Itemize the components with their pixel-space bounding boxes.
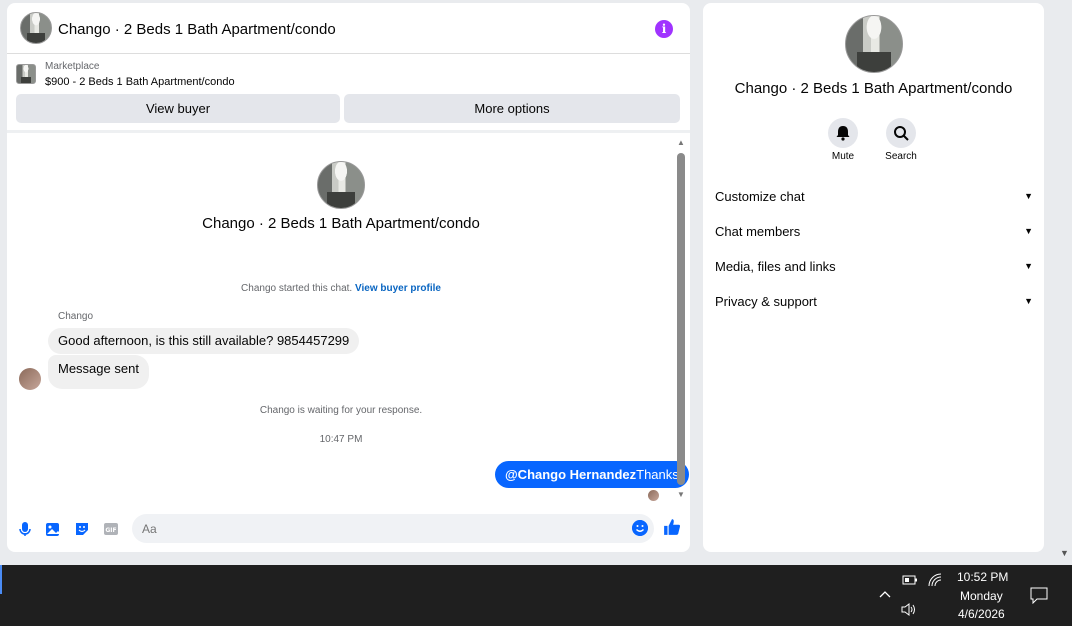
mention[interactable]: @Chango Hernandez (505, 467, 636, 482)
divider (7, 130, 690, 133)
chat-started-text: Chango started this chat. (241, 283, 353, 294)
emoji-icon[interactable] (632, 520, 648, 536)
marketplace-listing[interactable]: $900 - 2 Beds 1 Bath Apartment/condo (45, 76, 235, 88)
message-input[interactable] (132, 514, 654, 543)
info-title: Chango · 2 Beds 1 Bath Apartment/condo (734, 80, 1013, 97)
incoming-message[interactable]: Good afternoon, is this still available?… (48, 328, 360, 354)
chevron-down-icon: ▼ (1024, 191, 1033, 201)
taskbar-indicator (0, 565, 2, 594)
taskbar: 10:52 PM Monday 4/6/2026 (0, 565, 1072, 626)
incoming-message[interactable]: Message sent (48, 355, 149, 389)
header-avatar[interactable] (20, 12, 52, 44)
chat-title[interactable]: Chango · 2 Beds 1 Bath Apartment/condo (58, 21, 336, 38)
chevron-down-icon: ▼ (1024, 261, 1033, 271)
chevron-down-icon: ▼ (1024, 296, 1033, 306)
conversation-avatar[interactable] (317, 161, 365, 209)
scrollbar-thumb[interactable] (677, 153, 685, 485)
clock-day[interactable]: Monday (960, 589, 1003, 603)
customize-chat-section[interactable]: Customize chat ▼ (715, 189, 1033, 204)
search-label: Search (885, 151, 917, 162)
svg-text:GIF: GIF (105, 527, 116, 534)
sender-avatar[interactable] (19, 368, 41, 390)
conversation-title: Chango · 2 Beds 1 Bath Apartment/condo (202, 215, 480, 232)
search-button[interactable] (886, 118, 916, 148)
section-label: Media, files and links (715, 259, 836, 274)
media-files-links-section[interactable]: Media, files and links ▼ (715, 259, 1033, 274)
search-icon (894, 126, 909, 141)
chevron-down-icon: ▼ (1024, 226, 1033, 236)
mute-label: Mute (831, 151, 855, 162)
notification-icon[interactable] (1030, 587, 1048, 604)
chat-info-panel: Chango · 2 Beds 1 Bath Apartment/condo M… (703, 3, 1044, 552)
more-options-button[interactable]: More options (344, 94, 680, 123)
outgoing-text: Thanks (636, 467, 679, 482)
view-buyer-button[interactable]: View buyer (16, 94, 340, 123)
gif-icon[interactable]: GIF (103, 521, 119, 537)
privacy-support-section[interactable]: Privacy & support ▼ (715, 294, 1033, 309)
read-receipt-avatar (648, 490, 659, 501)
outgoing-message[interactable]: @Chango HernandezThanks (495, 461, 689, 488)
message-timestamp: 10:47 PM (319, 434, 363, 445)
clock-date[interactable]: 4/6/2026 (958, 607, 1005, 621)
marketplace-label: Marketplace (45, 61, 100, 72)
volume-icon[interactable] (901, 603, 917, 616)
mute-button[interactable] (828, 118, 858, 148)
thumbs-up-icon[interactable] (663, 518, 681, 536)
section-label: Customize chat (715, 189, 805, 204)
scroll-up-arrow-icon[interactable]: ▲ (677, 138, 685, 147)
microphone-icon[interactable] (17, 521, 33, 537)
marketplace-thumbnail[interactable] (16, 64, 36, 84)
bell-icon (836, 126, 850, 141)
chat-panel: Chango · 2 Beds 1 Bath Apartment/condo i… (7, 3, 690, 552)
info-avatar[interactable] (845, 15, 903, 73)
clock-time[interactable]: 10:52 PM (957, 570, 1008, 584)
section-label: Privacy & support (715, 294, 817, 309)
section-label: Chat members (715, 224, 801, 239)
chat-members-section[interactable]: Chat members ▼ (715, 224, 1033, 239)
info-icon[interactable]: i (655, 20, 673, 38)
chat-started-notice: Chango started this chat. View buyer pro… (7, 283, 675, 294)
sticker-icon[interactable] (74, 521, 90, 537)
view-buyer-profile-link[interactable]: View buyer profile (355, 283, 441, 294)
wifi-icon[interactable] (928, 573, 942, 587)
chat-header: Chango · 2 Beds 1 Bath Apartment/condo i (7, 3, 690, 54)
sender-name: Chango (58, 311, 94, 322)
waiting-notice: Chango is waiting for your response. (259, 405, 423, 416)
scroll-down-arrow-icon[interactable]: ▼ (677, 490, 685, 499)
battery-icon[interactable] (902, 574, 918, 586)
chevron-up-icon[interactable] (879, 589, 891, 599)
image-icon[interactable] (45, 521, 61, 537)
page-scroll-down-arrow-icon[interactable]: ▼ (1060, 548, 1069, 558)
